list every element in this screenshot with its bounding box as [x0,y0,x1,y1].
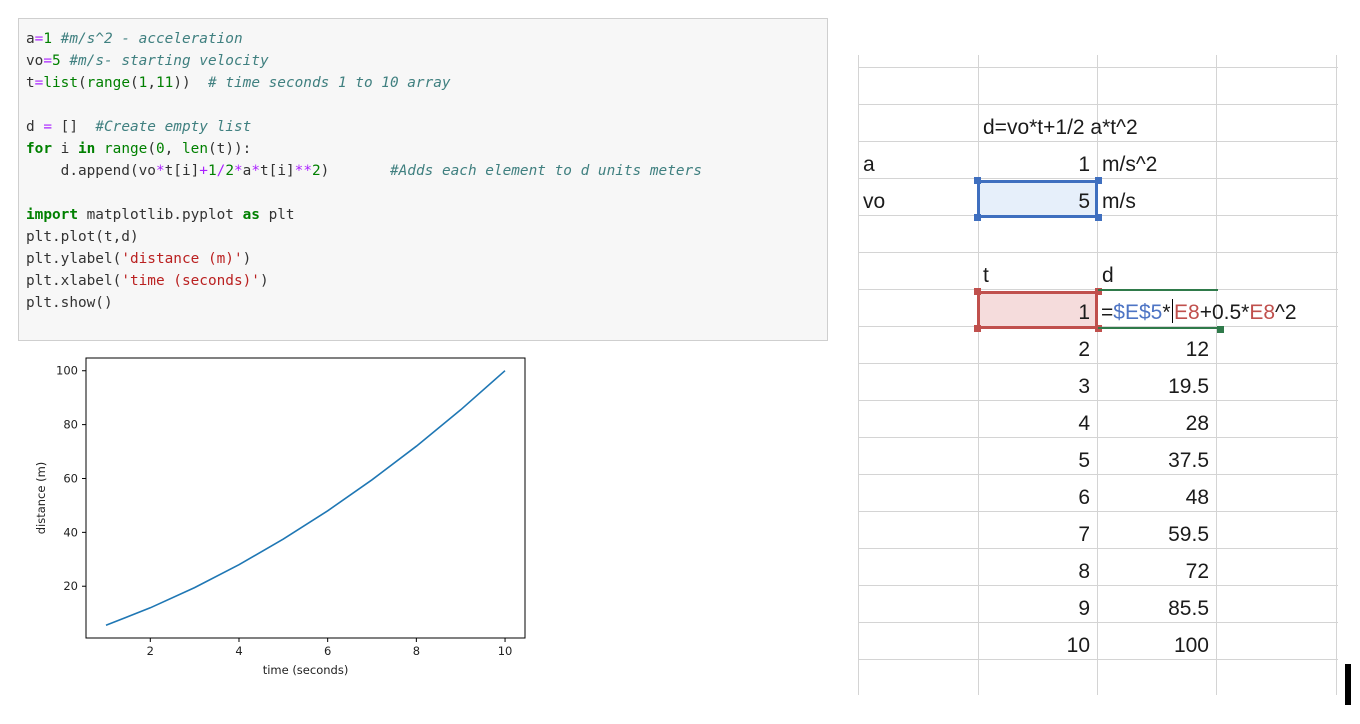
t-cell[interactable]: 9 [978,590,1097,626]
code-line: d.append(vo*t[i]+1/2*a*t[i]**2) #Adds ea… [26,163,702,179]
code-line: import matplotlib.pyplot as plt [26,207,295,223]
a-label: a [863,153,875,176]
code-line: plt.plot(t,d) [26,229,139,245]
t-cell[interactable]: 7 [978,516,1097,552]
d-cell[interactable]: 37.5 [1097,442,1216,478]
t-cell[interactable]: 5 [978,442,1097,478]
text-cursor [1171,299,1173,323]
formula-editor[interactable]: =$E$5* E8+0.5*E8^2 [1098,294,1338,330]
formula-exponent: ^2 [1275,301,1297,324]
t-cell[interactable]: 4 [978,405,1097,441]
y-axis-label: distance (m) [34,462,48,535]
code-editor[interactable]: a=1 #m/s^2 - acceleration vo=5 #m/s- star… [26,28,702,314]
code-line: t=list(range(1,11)) # time seconds 1 to … [26,75,451,91]
t-cell[interactable]: 1 [978,294,1097,330]
window-edge [1345,664,1351,705]
d-cell[interactable]: 28 [1097,405,1216,441]
t-header: t [983,264,989,287]
vo-label: vo [863,190,886,213]
t-cell[interactable]: 10 [978,627,1097,663]
d-cell[interactable]: 19.5 [1097,368,1216,404]
t-cell[interactable]: 2 [978,331,1097,367]
y-tick-label: 100 [56,364,78,378]
d-cell[interactable]: 100 [1097,627,1216,663]
formula-operator: * [1162,301,1171,324]
formula-ref-t: E8 [1174,301,1200,324]
x-tick-label: 8 [413,644,420,658]
d-cell[interactable]: 48 [1097,479,1216,515]
code-line: plt.show() [26,295,113,311]
plot-frame [85,357,526,639]
t-cell[interactable]: 8 [978,553,1097,589]
series-line [105,370,506,627]
line-chart: 2 4 6 8 10 20 40 60 80 100 time (seconds) distance … [34,357,526,677]
x-tick-label: 10 [498,644,513,658]
code-line: for i in range(0, len(t)): [26,141,252,157]
formula-label: d=vo*t+1/2 a*t^2 [983,116,1138,139]
x-tick-label: 4 [235,644,242,658]
y-tick-label: 20 [63,579,78,593]
d-cell[interactable]: 59.5 [1097,516,1216,552]
code-line: a=1 #m/s^2 - acceleration [26,31,243,47]
y-tick-label: 60 [63,471,78,485]
plot-output: 2 4 6 8 10 20 40 60 80 100 time (seconds) distance … [0,345,540,690]
t-cell[interactable]: 3 [978,368,1097,404]
t-cell[interactable]: 6 [978,479,1097,515]
formula-middle: +0.5* [1199,301,1250,324]
code-line: plt.xlabel('time (seconds)') [26,273,269,289]
d-cell[interactable]: 12 [1097,331,1216,367]
spreadsheet[interactable]: d=vo*t+1/2 a*t^2 a 1 m/s^2 vo 5 m/s t d … [858,55,1338,695]
formula-ref-vo: $E$5 [1113,301,1163,324]
vo-value[interactable]: 5 [978,183,1097,219]
a-value[interactable]: 1 [978,146,1097,182]
x-tick-label: 2 [147,644,154,658]
code-line: plt.ylabel('distance (m)') [26,251,252,267]
d-header: d [1102,264,1114,287]
code-line: d = [] #Create empty list [26,119,252,135]
x-tick-label: 6 [324,644,331,658]
a-unit: m/s^2 [1102,153,1158,176]
vo-unit: m/s [1102,190,1136,213]
x-axis-label: time (seconds) [263,663,349,677]
y-tick-label: 40 [63,525,78,539]
d-cell[interactable]: 72 [1097,553,1216,589]
formula-equals: = [1101,301,1114,324]
y-tick-label: 80 [63,418,78,432]
formula-ref-t-squared: E8 [1249,301,1276,324]
code-line: vo=5 #m/s- starting velocity [26,53,269,69]
code-cell[interactable]: a=1 #m/s^2 - acceleration vo=5 #m/s- star… [18,18,828,341]
d-cell[interactable]: 85.5 [1097,590,1216,626]
